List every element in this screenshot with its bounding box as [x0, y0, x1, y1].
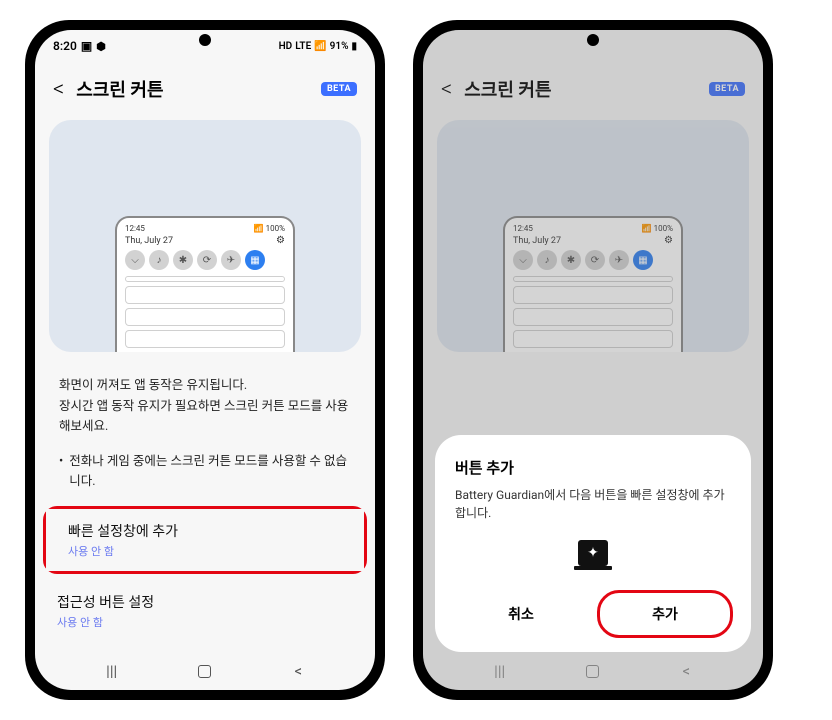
description-text: 화면이 꺼져도 앱 동작은 유지됩니다. 장시간 앱 동작 유지가 필요하면 스… — [35, 360, 375, 448]
preview-date: Thu, July 27 — [125, 236, 173, 246]
battery-pct: 91% — [330, 41, 349, 52]
quick-add-subtitle: 사용 안 함 — [68, 543, 342, 559]
preview-time: 12:45 — [125, 224, 145, 233]
preview-phone-mock: 12:45 📶 100% Thu, July 27 ⚙ ⌵ ♪ ✱ ⟳ ✈ ▦ — [503, 216, 683, 352]
sound-icon: ♪ — [149, 250, 169, 270]
curtain-tile-icon: ✦ — [578, 540, 608, 566]
preview-battery: 📶 100% — [254, 224, 285, 233]
airplane-icon: ✈ — [609, 250, 629, 270]
page-title: 스크린 커튼 — [464, 76, 697, 102]
app-header: < 스크린 커튼 BETA — [423, 62, 763, 112]
beta-badge: BETA — [709, 82, 745, 96]
dialog-icon-wrap: ✦ — [455, 540, 731, 566]
shield-icon: ⬢ — [96, 40, 106, 53]
curtain-toggle-icon: ▦ — [245, 250, 265, 270]
rotate-icon: ⟳ — [585, 250, 605, 270]
camera-hole — [199, 34, 211, 46]
nav-back[interactable]: < — [666, 662, 706, 680]
signal-icon: 📶 — [314, 41, 326, 52]
camera-hole — [587, 34, 599, 46]
description-bullet: • 전화나 게임 중에는 스크린 커튼 모드를 사용할 수 없습니다. — [35, 448, 375, 506]
page-title: 스크린 커튼 — [76, 76, 309, 102]
image-icon: ▣ — [81, 39, 92, 53]
phone-right: < 스크린 커튼 BETA 12:45 📶 100% Thu, July 27 … — [413, 20, 773, 700]
quick-add-setting-row[interactable]: 빠른 설정창에 추가 사용 안 함 — [46, 509, 364, 571]
phone-left: 8:20 ▣ ⬢ HD LTE 📶 91% ▮ < 스크린 커튼 BETA 12… — [25, 20, 385, 700]
wifi-icon: ⌵ — [125, 250, 145, 270]
hd-indicator: HD — [279, 41, 293, 52]
wifi-icon: ⌵ — [513, 250, 533, 270]
screen: < 스크린 커튼 BETA 12:45 📶 100% Thu, July 27 … — [423, 30, 763, 690]
dialog-body: Battery Guardian에서 다음 버튼을 빠른 설정창에 추가합니다. — [455, 486, 731, 522]
quick-add-title: 빠른 설정창에 추가 — [68, 521, 342, 541]
rotate-icon: ⟳ — [197, 250, 217, 270]
preview-date: Thu, July 27 — [513, 236, 561, 246]
nav-back[interactable]: < — [278, 662, 318, 680]
airplane-icon: ✈ — [221, 250, 241, 270]
bluetooth-icon: ✱ — [561, 250, 581, 270]
status-time: 8:20 — [53, 39, 77, 53]
battery-icon: ▮ — [351, 41, 357, 52]
lte-indicator: LTE — [295, 41, 311, 52]
gear-icon: ⚙ — [276, 235, 285, 246]
content: 12:45 📶 100% Thu, July 27 ⚙ ⌵ ♪ ✱ ⟳ ✈ ▦ — [35, 112, 375, 652]
nav-recents[interactable]: ||| — [92, 662, 132, 680]
dialog-title: 버튼 추가 — [455, 457, 731, 478]
preview-time: 12:45 — [513, 224, 533, 233]
gear-icon: ⚙ — [664, 235, 673, 246]
sound-icon: ♪ — [537, 250, 557, 270]
add-button[interactable]: 추가 — [599, 592, 731, 636]
nav-home[interactable] — [185, 665, 225, 678]
back-button[interactable]: < — [441, 77, 452, 102]
highlight-quick-add: 빠른 설정창에 추가 사용 안 함 — [43, 506, 367, 574]
preview-card: 12:45 📶 100% Thu, July 27 ⚙ ⌵ ♪ ✱ ⟳ ✈ ▦ — [437, 120, 749, 352]
app-header: < 스크린 커튼 BETA — [35, 62, 375, 112]
preview-quick-toggles: ⌵ ♪ ✱ ⟳ ✈ ▦ — [513, 250, 673, 270]
screen: 8:20 ▣ ⬢ HD LTE 📶 91% ▮ < 스크린 커튼 BETA 12… — [35, 30, 375, 690]
nav-bar: ||| < — [423, 652, 763, 690]
curtain-toggle-icon: ▦ — [633, 250, 653, 270]
a11y-subtitle: 사용 안 함 — [57, 614, 353, 630]
a11y-title: 접근성 버튼 설정 — [57, 592, 353, 612]
bluetooth-icon: ✱ — [173, 250, 193, 270]
nav-home[interactable] — [573, 665, 613, 678]
add-button-dialog: 버튼 추가 Battery Guardian에서 다음 버튼을 빠른 설정창에 … — [435, 435, 751, 652]
beta-badge: BETA — [321, 82, 357, 96]
nav-recents[interactable]: ||| — [480, 662, 520, 680]
a11y-setting-row[interactable]: 접근성 버튼 설정 사용 안 함 — [35, 580, 375, 642]
nav-bar: ||| < — [35, 652, 375, 690]
preview-phone-mock: 12:45 📶 100% Thu, July 27 ⚙ ⌵ ♪ ✱ ⟳ ✈ ▦ — [115, 216, 295, 352]
cancel-button[interactable]: 취소 — [455, 592, 587, 636]
preview-card: 12:45 📶 100% Thu, July 27 ⚙ ⌵ ♪ ✱ ⟳ ✈ ▦ — [49, 120, 361, 352]
back-button[interactable]: < — [53, 77, 64, 102]
preview-quick-toggles: ⌵ ♪ ✱ ⟳ ✈ ▦ — [125, 250, 285, 270]
bullet-icon: • — [59, 452, 63, 492]
preview-battery: 📶 100% — [642, 224, 673, 233]
